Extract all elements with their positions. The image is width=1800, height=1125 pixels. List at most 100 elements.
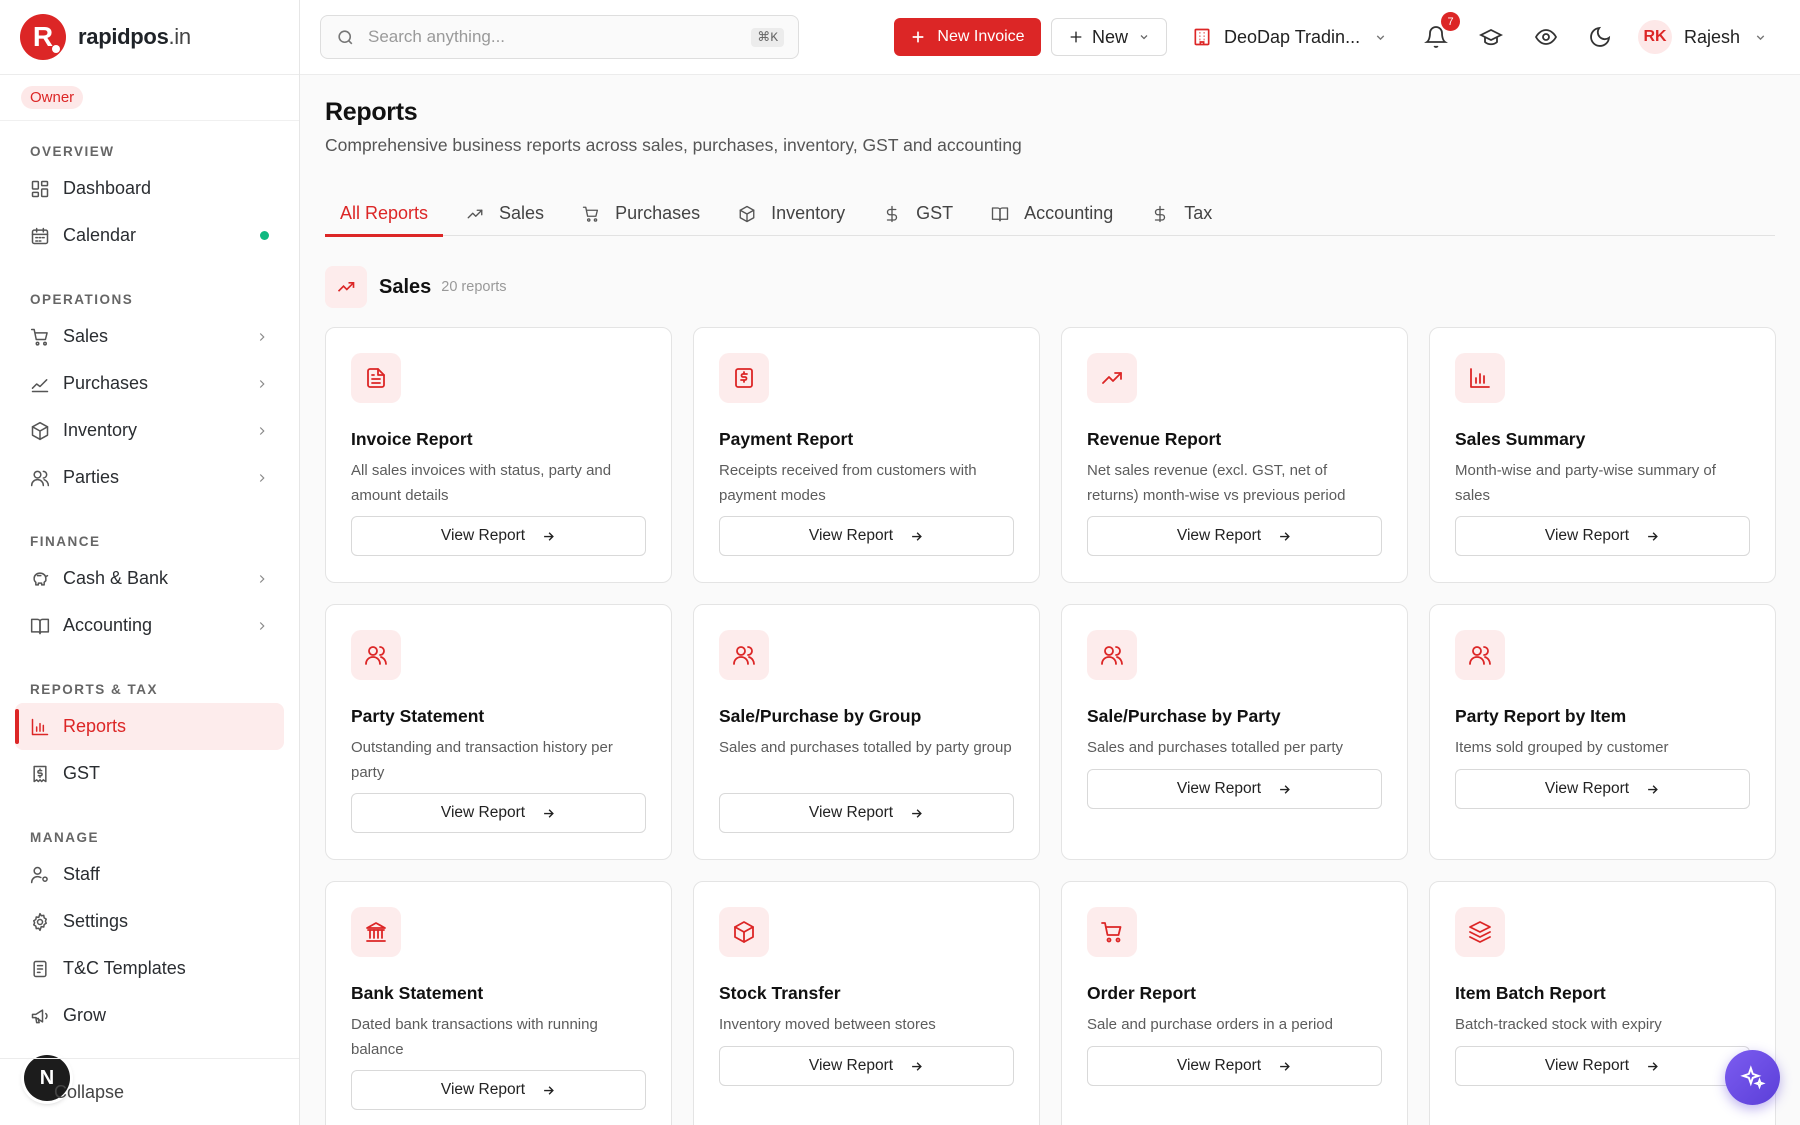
report-tabs: All Reports Sales Purchases Inventory GST Acc… — [325, 191, 1775, 237]
sidebar-item-calendar[interactable]: Calendar — [0, 212, 299, 259]
view-report-button[interactable]: View Report — [351, 516, 646, 556]
sidebar-item-label: GST — [63, 763, 101, 783]
cart-icon — [582, 206, 599, 222]
nav-section-title: REPORTS & TAX — [30, 682, 159, 697]
sidebar-item-parties[interactable]: Parties — [0, 454, 299, 501]
search-input[interactable]: Search anything... ⌘K — [320, 15, 799, 59]
sidebar-item-label: Dashboard — [63, 178, 152, 198]
view-report-label: View Report — [1176, 1057, 1262, 1074]
role-row: Owner — [0, 75, 299, 121]
view-report-button[interactable]: View Report — [1087, 1046, 1382, 1086]
sidebar-item-purchases[interactable]: Purchases — [0, 360, 299, 407]
tab-all-reports[interactable]: All Reports — [325, 191, 444, 237]
view-report-button[interactable]: View Report — [719, 793, 1014, 833]
tab-accounting[interactable]: Accounting — [976, 191, 1128, 236]
brand-logo[interactable]: R rapidpos.in — [0, 0, 299, 75]
view-report-label: View Report — [440, 527, 526, 544]
report-title: Revenue Report — [1087, 429, 1222, 449]
report-card: Sales Summary Month-wise and party-wise s… — [1429, 327, 1776, 583]
tab-sales[interactable]: Sales — [451, 191, 559, 236]
building-icon — [1194, 28, 1210, 46]
company-switcher[interactable]: DeoDap Tradin... — [1192, 18, 1387, 56]
view-report-button[interactable]: View Report — [1087, 769, 1382, 809]
tab-gst[interactable]: GST — [868, 191, 968, 236]
view-report-button[interactable]: View Report — [719, 516, 1014, 556]
report-icon — [351, 353, 401, 403]
report-description: All sales invoices with status, party an… — [351, 462, 612, 504]
trend-up-icon — [1102, 372, 1122, 384]
arrow-right-icon — [544, 531, 554, 541]
report-card: Sale/Purchase by Group Sales and purchase… — [693, 604, 1040, 860]
sidebar-item-t-c-templates[interactable]: T&C Templates — [0, 945, 299, 992]
graduation-cap-icon[interactable] — [1479, 25, 1503, 49]
report-description: Month-wise and party-wise summary of sal… — [1455, 462, 1716, 504]
receipt-dollar-icon — [735, 368, 753, 388]
view-report-button[interactable]: View Report — [351, 793, 646, 833]
tab-inventory[interactable]: Inventory — [723, 191, 860, 236]
arrow-right-icon — [1648, 1061, 1658, 1071]
view-report-button[interactable]: View Report — [1455, 1046, 1750, 1086]
report-card: Invoice Report All sales invoices with st… — [325, 327, 672, 583]
arrow-right-icon — [912, 1061, 922, 1071]
sidebar-item-dashboard[interactable]: Dashboard — [0, 165, 299, 212]
new-menu-button[interactable]: New — [1051, 18, 1167, 56]
tab-tax[interactable]: Tax — [1136, 191, 1227, 236]
users-icon — [733, 646, 755, 665]
collapse-button[interactable]: Collapse — [0, 1058, 299, 1125]
view-report-button[interactable]: View Report — [1455, 769, 1750, 809]
arrow-right-icon — [912, 808, 922, 818]
tab-purchases[interactable]: Purchases — [567, 191, 715, 236]
view-report-label: View Report — [1544, 1057, 1630, 1074]
users-icon — [30, 470, 50, 486]
file-text-icon — [367, 368, 385, 388]
report-card: Sale/Purchase by Party Sales and purchase… — [1061, 604, 1408, 860]
report-icon — [719, 630, 769, 680]
user-name: Rajesh — [1684, 26, 1741, 47]
user-menu[interactable]: RK Rajesh — [1638, 20, 1767, 54]
view-report-label: View Report — [808, 527, 894, 544]
sidebar-item-staff[interactable]: Staff — [0, 851, 299, 898]
brand-name: rapidpos.in — [78, 24, 191, 49]
dollar-icon — [886, 205, 898, 222]
report-card: Payment Report Receipts received from cus… — [693, 327, 1040, 583]
calendar-icon — [31, 227, 49, 244]
report-card: Stock Transfer Inventory moved between st… — [693, 881, 1040, 1125]
moon-icon[interactable] — [1588, 25, 1612, 49]
ai-assistant-button[interactable] — [1725, 1050, 1780, 1105]
users-icon — [1469, 646, 1491, 665]
view-report-label: View Report — [440, 804, 526, 821]
report-icon — [1455, 353, 1505, 403]
sidebar-item-label: Grow — [63, 1005, 107, 1025]
sidebar-item-cash-bank[interactable]: Cash & Bank — [0, 555, 299, 602]
report-icon — [1087, 907, 1137, 957]
chevron-right-icon — [259, 473, 265, 482]
view-report-button[interactable]: View Report — [1087, 516, 1382, 556]
view-report-button[interactable]: View Report — [351, 1070, 646, 1110]
notification-count-badge: 7 — [1441, 12, 1460, 31]
sidebar-item-settings[interactable]: Settings — [0, 898, 299, 945]
trend-up-icon — [325, 266, 367, 308]
sidebar-item-reports[interactable]: Reports — [15, 703, 284, 750]
dashboard-icon — [31, 180, 49, 197]
search-placeholder: Search anything... — [368, 27, 506, 46]
eye-icon[interactable] — [1534, 25, 1558, 49]
sidebar-item-label: Inventory — [63, 420, 138, 440]
report-title: Sale/Purchase by Party — [1087, 706, 1281, 726]
report-icon — [1087, 353, 1137, 403]
view-report-button[interactable]: View Report — [1455, 516, 1750, 556]
sidebar-item-label: Calendar — [63, 225, 137, 245]
sidebar-item-sales[interactable]: Sales — [0, 313, 299, 360]
tab-label: Accounting — [1024, 203, 1114, 223]
sidebar-item-gst[interactable]: GST — [0, 750, 299, 797]
sidebar-item-grow[interactable]: Grow — [0, 992, 299, 1039]
sidebar-item-accounting[interactable]: Accounting — [0, 602, 299, 649]
sidebar-item-inventory[interactable]: Inventory — [0, 407, 299, 454]
tab-label: GST — [916, 203, 954, 223]
new-invoice-button[interactable]: New Invoice — [894, 18, 1041, 56]
report-description: Net sales revenue (excl. GST, net of ret… — [1087, 462, 1346, 504]
view-report-label: View Report — [1544, 780, 1630, 797]
view-report-button[interactable]: View Report — [719, 1046, 1014, 1086]
tab-label: Sales — [499, 203, 545, 223]
chevron-down-icon — [1140, 35, 1148, 40]
arrow-right-icon — [1280, 784, 1290, 794]
